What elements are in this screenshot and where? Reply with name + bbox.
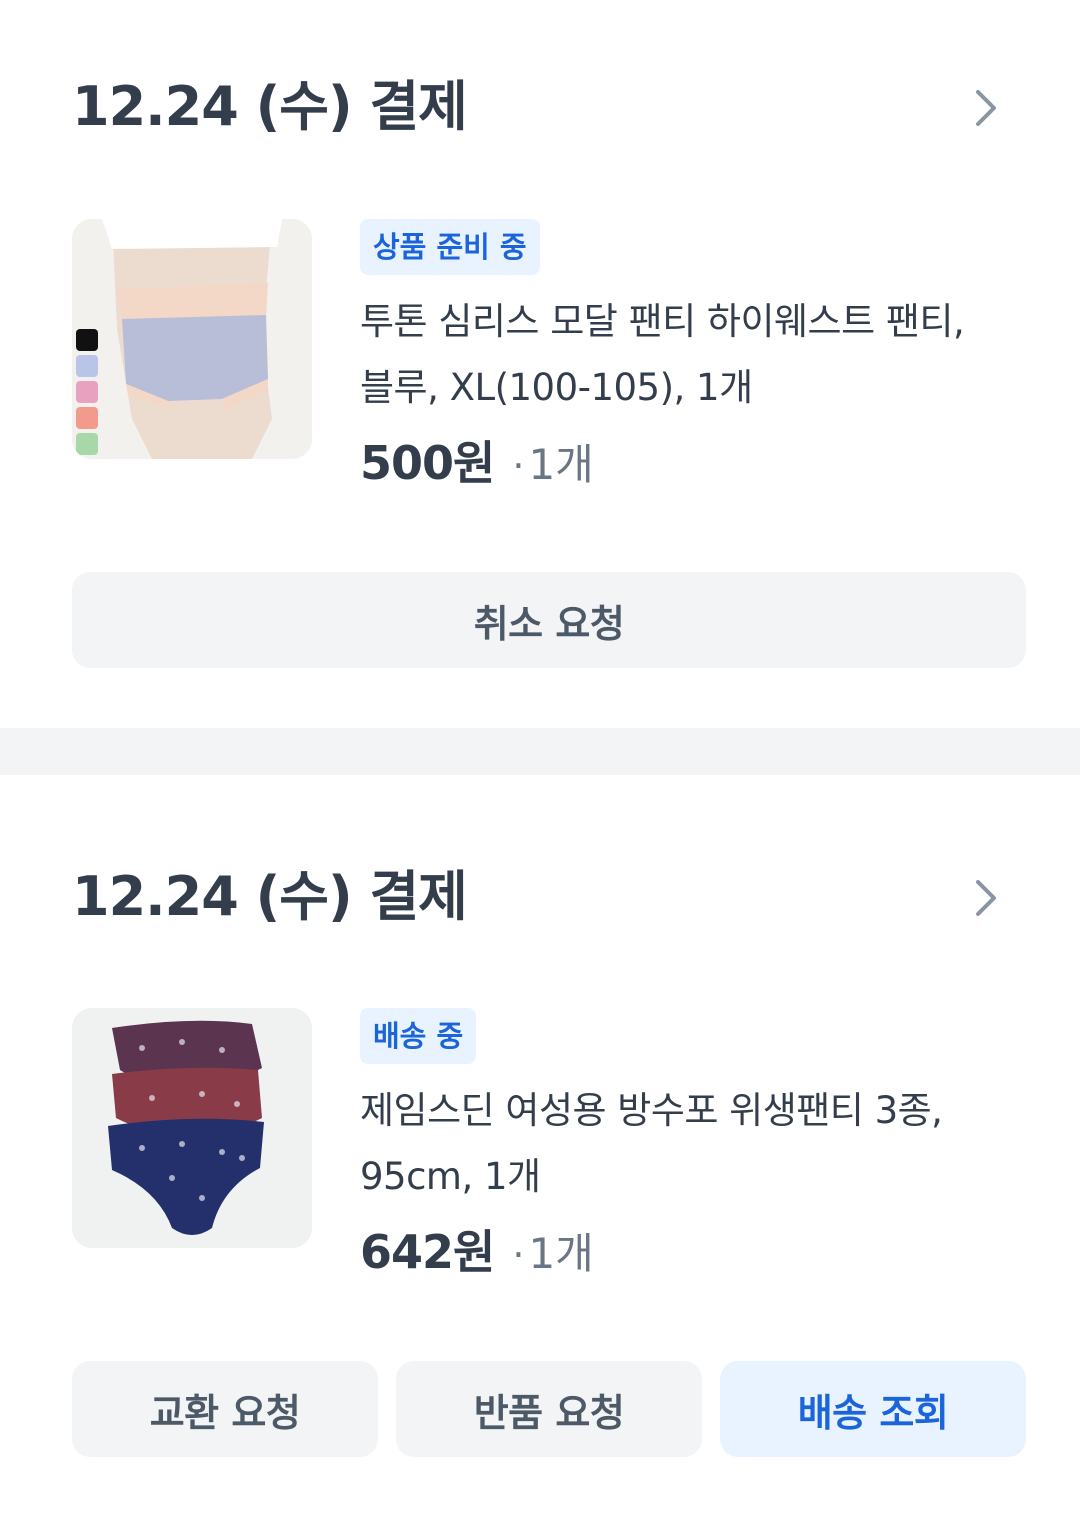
product-price: 642원 [360,1225,495,1279]
product-thumbnail[interactable] [72,219,312,459]
exchange-request-button[interactable]: 교환 요청 [72,1361,378,1457]
product-quantity: 1개 [528,440,594,489]
order-date: 12.24 (수) 결제 [72,865,468,928]
product-thumbnail[interactable] [72,1008,312,1248]
cancel-request-button[interactable]: 취소 요청 [72,572,1026,668]
product-name[interactable]: 제임스딘 여성용 방수포 위생팬티 3종, 95cm, 1개 [360,1078,1020,1210]
order-date: 12.24 (수) 결제 [72,75,468,138]
status-badge: 상품 준비 중 [360,219,540,275]
chevron-right-icon[interactable] [964,86,1008,130]
separator-dot: · [512,444,525,488]
product-item-2[interactable]: 배송 중 제임스딘 여성용 방수포 위생팬티 3종, 95cm, 1개 642원… [72,1008,1020,1298]
product-price: 500원 [360,436,495,490]
order-card-2: 12.24 (수) 결제 배송 중 제임스딘 여성용 방수포 위생팬티 3종, … [0,775,1080,1515]
underwear-product-image [72,219,312,459]
separator-dot: · [512,1233,525,1277]
section-divider [0,728,1080,775]
product-item-1[interactable]: 상품 준비 중 투톤 심리스 모달 팬티 하이웨스트 팬티, 블루, XL(10… [72,219,1020,509]
price-row: 642원 · 1개 [360,1216,1020,1286]
price-row: 500원 · 1개 [360,427,1020,497]
product-info: 배송 중 제임스딘 여성용 방수포 위생팬티 3종, 95cm, 1개 642원… [360,1008,1020,1286]
return-request-button[interactable]: 반품 요청 [396,1361,702,1457]
product-quantity: 1개 [528,1229,594,1278]
chevron-right-icon[interactable] [964,876,1008,920]
order-header-2[interactable]: 12.24 (수) 결제 [72,862,1008,932]
underwear-product-image [72,1008,312,1248]
order-card-1: 12.24 (수) 결제 상품 준비 중 투톤 심리스 모달 팬티 하이웨스트 … [0,0,1080,728]
product-name[interactable]: 투톤 심리스 모달 팬티 하이웨스트 팬티, 블루, XL(100-105), … [360,289,1020,421]
product-info: 상품 준비 중 투톤 심리스 모달 팬티 하이웨스트 팬티, 블루, XL(10… [360,219,1020,497]
track-delivery-button[interactable]: 배송 조회 [720,1361,1026,1457]
status-badge: 배송 중 [360,1008,477,1064]
order-header-1[interactable]: 12.24 (수) 결제 [72,72,1008,142]
